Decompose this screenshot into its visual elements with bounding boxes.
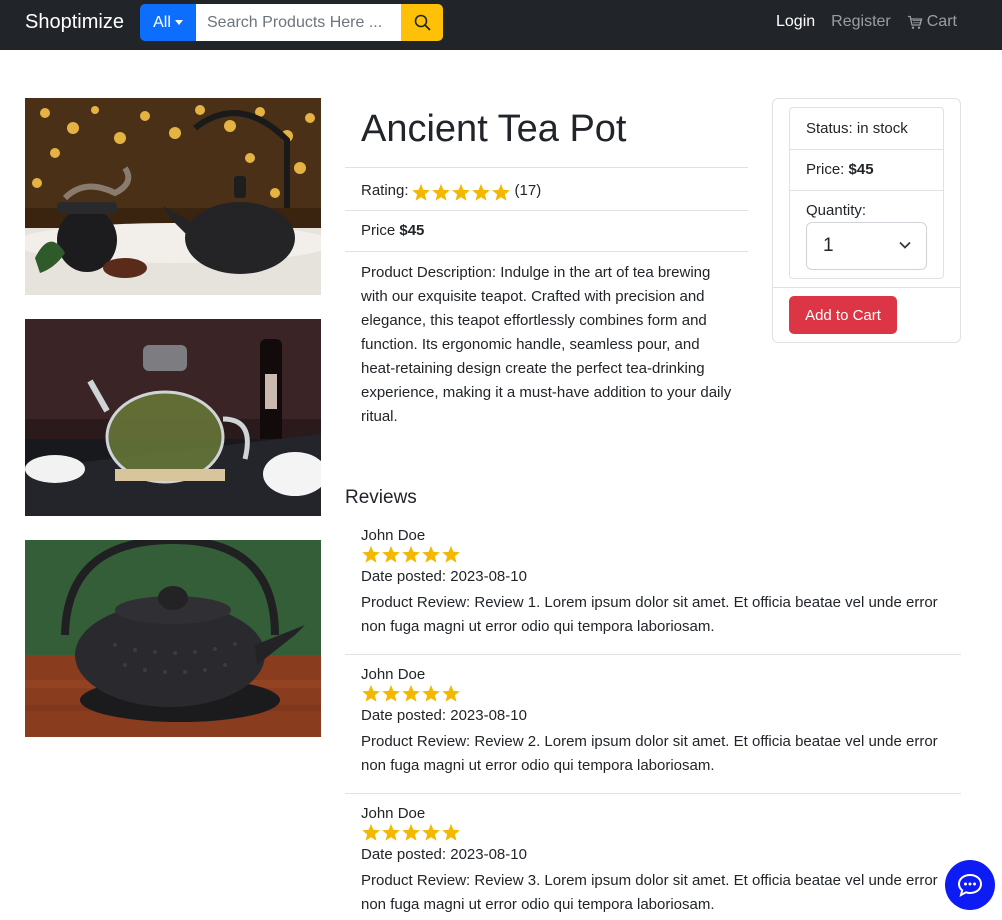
- divider: [345, 251, 748, 252]
- divider: [345, 167, 748, 168]
- reviewer-name: John Doe: [361, 527, 426, 544]
- price-value: $45: [399, 222, 425, 239]
- product-image-2[interactable]: [25, 319, 321, 516]
- buy-box-price-label: Price:: [806, 161, 845, 178]
- star-icon: [431, 183, 450, 201]
- product-title: Ancient Tea Pot: [361, 108, 627, 150]
- brand-logo[interactable]: Shoptimize: [25, 11, 124, 34]
- star-icon: [442, 684, 460, 702]
- star-icon: [382, 684, 400, 702]
- product-image-1[interactable]: [25, 98, 321, 295]
- review-stars: [361, 823, 461, 842]
- chat-icon: [957, 873, 983, 897]
- star-icon: [471, 183, 490, 201]
- review-text: Product Review: Review 3. Lorem ipsum do…: [361, 872, 938, 913]
- review-count: (17): [514, 182, 542, 199]
- reviewer-name: John Doe: [361, 666, 426, 683]
- quantity-value: 1: [823, 235, 834, 256]
- star-icon: [411, 183, 430, 201]
- search-button[interactable]: [401, 4, 443, 41]
- review-stars: [361, 684, 461, 703]
- star-icon: [382, 545, 400, 563]
- star-icon: [491, 183, 510, 201]
- star-icon: [442, 823, 460, 841]
- buy-box-details: Status: in stock Price: $45 Quantity: 1: [789, 107, 944, 279]
- category-label: All: [153, 13, 171, 31]
- cart-icon: [907, 15, 923, 29]
- star-icon: [422, 545, 440, 563]
- register-link[interactable]: Register: [831, 13, 891, 31]
- search-group: All: [140, 4, 443, 41]
- star-icon: [362, 823, 380, 841]
- cart-link[interactable]: Cart: [907, 13, 957, 31]
- review-stars: [361, 545, 461, 564]
- star-icon: [422, 823, 440, 841]
- buy-box-price-value: $45: [848, 161, 874, 178]
- buy-box: Status: in stock Price: $45 Quantity: 1 …: [772, 98, 961, 343]
- rating-label: Rating:: [361, 182, 409, 199]
- quantity-label: Quantity:: [806, 202, 867, 219]
- chat-button[interactable]: [945, 860, 995, 910]
- buy-box-price: Price: $45: [806, 161, 874, 178]
- login-link[interactable]: Login: [776, 13, 815, 31]
- star-icon: [451, 183, 470, 201]
- reviews-heading: Reviews: [345, 487, 417, 508]
- star-icon: [402, 684, 420, 702]
- divider: [345, 793, 961, 794]
- divider: [345, 654, 961, 655]
- divider: [790, 149, 943, 150]
- product-image-3[interactable]: [25, 540, 321, 737]
- add-to-cart-button[interactable]: Add to Cart: [789, 296, 897, 334]
- rating-stars: [411, 183, 511, 202]
- review-date: Date posted: 2023-08-10: [361, 707, 527, 724]
- divider: [345, 210, 748, 211]
- review-date: Date posted: 2023-08-10: [361, 846, 527, 863]
- price-label: Price: [361, 222, 396, 239]
- quantity-select[interactable]: 1: [806, 222, 927, 270]
- nav-links: Login Register Cart: [776, 13, 957, 31]
- star-icon: [382, 823, 400, 841]
- star-icon: [362, 545, 380, 563]
- star-icon: [402, 823, 420, 841]
- divider: [773, 287, 960, 288]
- chevron-down-icon: [899, 241, 911, 249]
- star-icon: [422, 684, 440, 702]
- review-date: Date posted: 2023-08-10: [361, 568, 527, 585]
- star-icon: [402, 545, 420, 563]
- caret-down-icon: [174, 20, 183, 25]
- divider: [790, 190, 943, 191]
- search-icon: [414, 14, 430, 31]
- review-text: Product Review: Review 1. Lorem ipsum do…: [361, 594, 938, 635]
- product-price: Price $45: [361, 222, 424, 239]
- reviewer-name: John Doe: [361, 805, 426, 822]
- stock-status: Status: in stock: [806, 120, 908, 137]
- review-text: Product Review: Review 2. Lorem ipsum do…: [361, 733, 938, 774]
- navbar: Shoptimize All Login Register Cart: [0, 0, 1002, 50]
- product-description: Product Description: Indulge in the art …: [361, 264, 732, 425]
- product-rating: Rating: (17): [361, 179, 541, 202]
- search-input[interactable]: [196, 4, 401, 41]
- star-icon: [362, 684, 380, 702]
- cart-label: Cart: [926, 13, 957, 30]
- category-dropdown[interactable]: All: [140, 4, 196, 41]
- star-icon: [442, 545, 460, 563]
